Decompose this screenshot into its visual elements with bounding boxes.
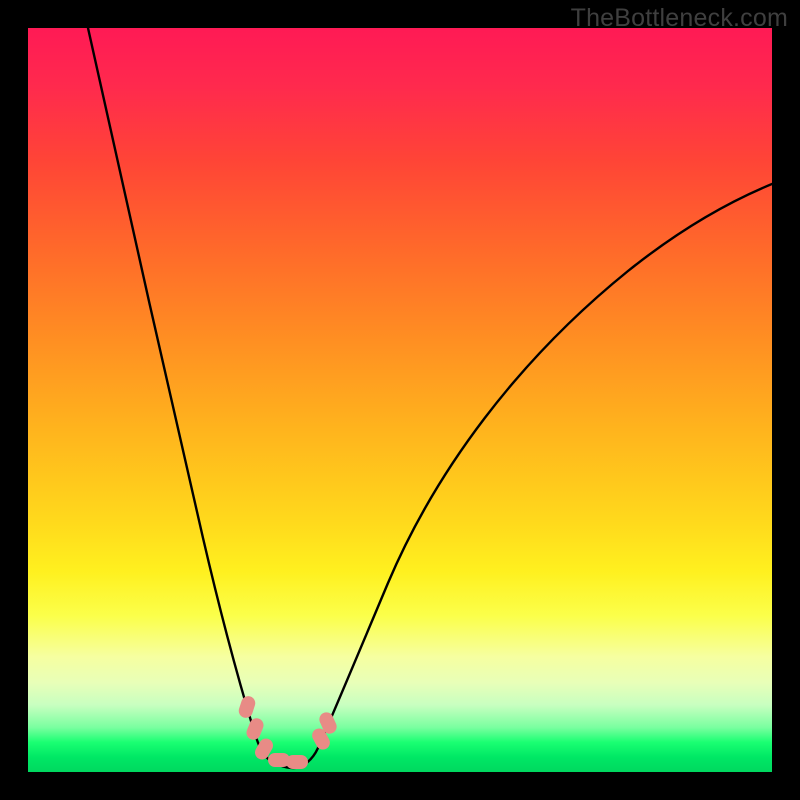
curve-layer — [28, 28, 772, 772]
watermark-text: TheBottleneck.com — [571, 4, 788, 33]
frame: TheBottleneck.com — [0, 0, 800, 800]
right-branch-curve — [318, 184, 772, 748]
plot-area — [28, 28, 772, 772]
left-branch-curve — [88, 28, 265, 756]
highlight-markers — [237, 694, 339, 769]
